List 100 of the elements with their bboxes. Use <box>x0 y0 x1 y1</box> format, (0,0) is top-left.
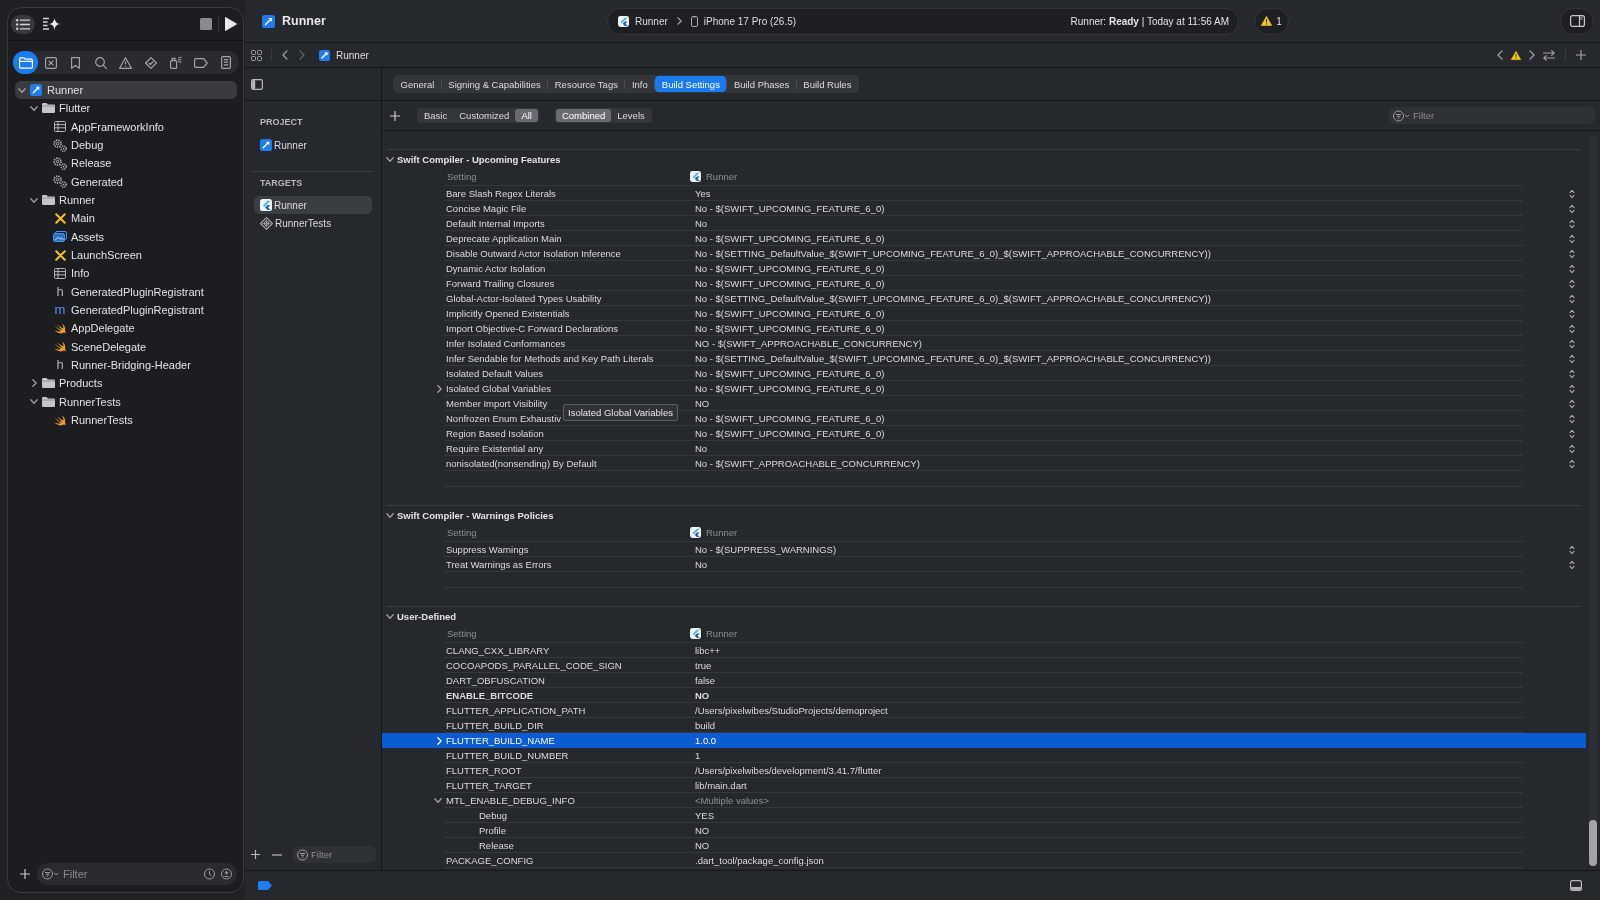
navigator-item[interactable]: Info <box>15 264 237 283</box>
setting-row[interactable]: Require Existential any No <box>382 441 1586 456</box>
path-item[interactable]: Runner <box>319 49 369 61</box>
chevron-down-icon[interactable] <box>30 197 38 203</box>
filter-field[interactable]: Filter <box>37 863 237 885</box>
view-segment[interactable]: Levels <box>611 109 651 122</box>
setting-row[interactable]: Release NO <box>382 838 1586 853</box>
setting-row[interactable]: Default Internal Imports No <box>382 216 1586 231</box>
target-item[interactable]: Runner <box>254 136 372 154</box>
setting-row[interactable]: Deprecate Application Main No - $(SWIFT_UPCOMING_FEATURE_6_0) <box>382 231 1586 246</box>
setting-row[interactable]: Global-Actor-Isolated Types Usability No - $(SETTING_DefaultValue_$(SWIFT_UPCOMING_FEATURE_6_0)_$(SWIFT_APPROACHABLE_CONCURRENCY)) <box>382 291 1586 306</box>
warnings-button[interactable]: 1 <box>1254 7 1289 35</box>
stepper-icon[interactable] <box>1569 544 1575 555</box>
navigator-item[interactable]: Release <box>15 154 237 173</box>
setting-row[interactable]: Forward Trailing Closures No - $(SWIFT_UPCOMING_FEATURE_6_0) <box>382 276 1586 291</box>
setting-row[interactable]: FLUTTER_BUILD_NUMBER 1 <box>382 748 1586 763</box>
chevron-left-icon[interactable] <box>282 50 288 60</box>
clock-icon[interactable] <box>204 868 215 880</box>
setting-row[interactable]: DART_OBFUSCATION false <box>382 673 1586 688</box>
grid-icon[interactable] <box>251 49 262 61</box>
target-item[interactable]: Runner <box>254 196 372 214</box>
setting-row[interactable]: ENABLE_BITCODE NO <box>382 688 1586 703</box>
editor-tab[interactable]: Resource Tags <box>548 76 625 92</box>
stepper-icon[interactable] <box>1569 263 1575 274</box>
navigator-item[interactable]: m GeneratedPluginRegistrant <box>15 300 237 320</box>
play-icon[interactable] <box>225 17 237 31</box>
stepper-icon[interactable] <box>1569 293 1575 304</box>
scope-segment[interactable]: All <box>515 109 538 122</box>
setting-row[interactable]: FLUTTER_TARGET lib/main.dart <box>382 778 1586 793</box>
navigator-item[interactable]: Runner <box>15 81 237 100</box>
sidebar-left-icon[interactable] <box>251 78 263 90</box>
setting-row[interactable]: Debug YES <box>382 808 1586 823</box>
navigator-item[interactable]: Main <box>15 209 237 228</box>
navigator-item[interactable]: Debug <box>15 136 237 155</box>
navigator-item[interactable]: Generated <box>15 172 237 191</box>
setting-row[interactable]: Isolated Global Variables No - $(SWIFT_UPCOMING_FEATURE_6_0) <box>382 381 1586 396</box>
setting-row[interactable]: CLANG_CXX_LIBRARY libc++ <box>382 643 1586 658</box>
stepper-icon[interactable] <box>1569 233 1575 244</box>
stepper-icon[interactable] <box>1569 353 1575 364</box>
stepper-icon[interactable] <box>1569 559 1575 570</box>
setting-row[interactable]: Region Based Isolation No - $(SWIFT_UPCOMING_FEATURE_6_0) <box>382 426 1586 441</box>
navigator-item[interactable]: Assets <box>15 227 237 246</box>
navigator-item[interactable]: AppDelegate <box>15 319 237 338</box>
editor-tab[interactable]: Build Phases <box>727 76 796 92</box>
setting-row[interactable]: Infer Sendable for Methods and Key Path Literals No - $(SETTING_DefaultValue_$(SWIFT_UPCOMING_FEATURE_6_0)_$(SWIFT_APPROACHABLE_CONCURRENCY)) <box>382 351 1586 366</box>
setting-row[interactable]: Disable Outward Actor Isolation Inference No - $(SETTING_DefaultValue_$(SWIFT_UPCOMING_FEATURE_6_0)_$(SWIFT_APPROACHABLE_CONCURRENCY)) <box>382 246 1586 261</box>
scope-segment[interactable]: Basic <box>418 109 454 122</box>
navigator-toggle-button[interactable] <box>11 14 35 34</box>
plus-icon[interactable] <box>20 869 30 879</box>
plus-icon[interactable] <box>390 110 400 121</box>
plus-icon[interactable] <box>1576 50 1586 60</box>
setting-row[interactable]: MTL_ENABLE_DEBUG_INFO <Multiple values> <box>382 793 1586 808</box>
scrollbar-track[interactable] <box>1589 135 1597 866</box>
editor-tab[interactable]: Signing & Capabilities <box>441 76 548 92</box>
navigator-item[interactable]: LaunchScreen <box>15 245 237 265</box>
stepper-icon[interactable] <box>1569 248 1575 259</box>
navigator-item[interactable]: h Runner-Bridging-Header <box>15 355 237 375</box>
stepper-icon[interactable] <box>1569 383 1575 394</box>
setting-row[interactable]: FLUTTER_ROOT /Users/pixelwibes/development/3.41.7/flutter <box>382 763 1586 778</box>
destination-selector[interactable]: iPhone 17 Pro (26.5) <box>690 15 797 27</box>
chevron-left-icon[interactable] <box>1497 50 1503 60</box>
editor-tab[interactable]: Build Settings <box>655 76 727 92</box>
setting-row[interactable]: Dynamic Actor Isolation No - $(SWIFT_UPCOMING_FEATURE_6_0) <box>382 261 1586 276</box>
chevron-right-icon[interactable] <box>1529 50 1535 60</box>
inspector-toggle-button[interactable] <box>1560 7 1594 35</box>
setting-row[interactable]: Isolated Default Values No - $(SWIFT_UPCOMING_FEATURE_6_0) <box>382 366 1586 381</box>
swap-arrows-icon[interactable] <box>1543 49 1555 61</box>
chevron-down-icon[interactable] <box>30 399 38 405</box>
setting-row[interactable]: Concise Magic File No - $(SWIFT_UPCOMING_FEATURE_6_0) <box>382 201 1586 216</box>
stepper-icon[interactable] <box>1569 308 1575 319</box>
stepper-icon[interactable] <box>1569 278 1575 289</box>
stepper-icon[interactable] <box>1569 203 1575 214</box>
stepper-icon[interactable] <box>1569 338 1575 349</box>
chevron-down-icon[interactable] <box>386 156 394 162</box>
chevron-down-icon[interactable] <box>386 512 394 518</box>
setting-row[interactable]: nonisolated(nonsending) By Default No - $(SWIFT_APPROACHABLE_CONCURRENCY) <box>382 456 1586 471</box>
navigator-tab[interactable] <box>13 51 38 74</box>
stepper-icon[interactable] <box>1569 323 1575 334</box>
chevron-down-icon[interactable] <box>386 613 394 619</box>
plus-minus-icon[interactable] <box>221 868 232 880</box>
scrollbar-thumb[interactable] <box>1589 820 1597 866</box>
stepper-icon[interactable] <box>1569 188 1575 199</box>
navigator-item[interactable]: RunnerTests <box>15 410 237 430</box>
chevron-down-icon[interactable] <box>434 798 442 803</box>
stepper-icon[interactable] <box>1569 443 1575 454</box>
minus-icon[interactable] <box>272 853 282 856</box>
editor-tab[interactable]: Build Rules <box>796 76 858 92</box>
scope-segment[interactable]: Customized <box>453 109 516 122</box>
setting-row[interactable]: Infer Isolated Conformances NO - $(SWIFT_APPROACHABLE_CONCURRENCY) <box>382 336 1586 351</box>
stepper-icon[interactable] <box>1569 458 1575 469</box>
target-item[interactable]: RunnerTests <box>254 214 372 232</box>
editor-tab[interactable]: General <box>394 76 441 92</box>
setting-row[interactable]: Suppress Warnings No - $(SUPPRESS_WARNINGS) <box>382 542 1586 557</box>
plus-icon[interactable] <box>251 850 260 859</box>
stepper-icon[interactable] <box>1569 398 1575 409</box>
chevron-right-icon[interactable] <box>437 384 442 393</box>
navigator-item[interactable]: Flutter <box>15 99 237 118</box>
navigator-item[interactable]: AppFrameworkInfo <box>15 117 237 136</box>
setting-row[interactable]: FLUTTER_BUILD_NAME 1.0.0 <box>382 733 1586 748</box>
setting-row[interactable]: Implicitly Opened Existentials No - $(SWIFT_UPCOMING_FEATURE_6_0) <box>382 306 1586 321</box>
